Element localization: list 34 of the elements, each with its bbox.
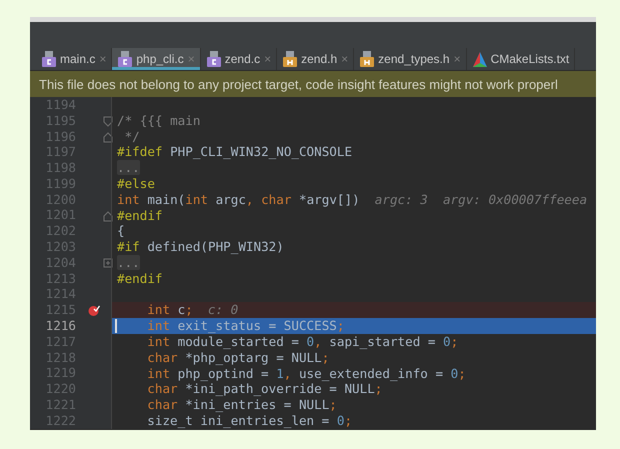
fold-icon[interactable] bbox=[103, 210, 113, 222]
code-line: int module_started = 0, sapi_started = 0; bbox=[111, 334, 596, 350]
close-icon[interactable]: × bbox=[99, 52, 106, 66]
fold-icon[interactable] bbox=[103, 132, 113, 143]
fold-icon[interactable] bbox=[103, 258, 113, 269]
close-icon[interactable]: × bbox=[341, 52, 348, 66]
close-icon[interactable]: × bbox=[264, 52, 272, 66]
c-file-icon bbox=[42, 51, 56, 67]
code-line: int main(int argc, char *argv[]) argc: 3 argv: 0x00007ffeeea bbox=[111, 192, 596, 208]
line-number: 1216 bbox=[44, 318, 76, 334]
code-line: char *php_optarg = NULL; bbox=[111, 350, 596, 366]
code-line: /* {{{ main bbox=[111, 112, 596, 129]
close-icon[interactable]: × bbox=[454, 52, 461, 66]
code-line: */ bbox=[111, 128, 596, 144]
code-line: { bbox=[111, 223, 596, 240]
editor-tab[interactable]: CMakeLists.txt bbox=[466, 48, 576, 70]
code-line: ... bbox=[111, 160, 596, 176]
code-line: #endif bbox=[111, 208, 596, 224]
h-file-icon bbox=[360, 51, 374, 67]
h-file-icon bbox=[283, 51, 298, 67]
code-line: #endif bbox=[111, 270, 596, 287]
code-line: char *ini_path_override = NULL; bbox=[111, 381, 596, 398]
code-line: #else bbox=[111, 176, 596, 192]
code-line: size_t ini_entries_len = 0; bbox=[111, 412, 596, 429]
fold-icon[interactable] bbox=[103, 116, 113, 127]
editor-tab[interactable]: php_cli.c × bbox=[112, 48, 201, 70]
warning-banner: This file does not belong to any project target, code insight features might not work properl bbox=[30, 71, 596, 97]
c-file-icon bbox=[118, 51, 132, 67]
code-line: char *ini_entries = NULL; bbox=[111, 397, 596, 413]
code-line: int php_optind = 1, use_extended_info = 0; bbox=[111, 366, 596, 382]
c-file-icon bbox=[206, 51, 221, 67]
breakpoint-icon[interactable] bbox=[88, 305, 100, 316]
triangle-logo-icon bbox=[472, 52, 487, 66]
code-line: ... bbox=[111, 254, 596, 271]
